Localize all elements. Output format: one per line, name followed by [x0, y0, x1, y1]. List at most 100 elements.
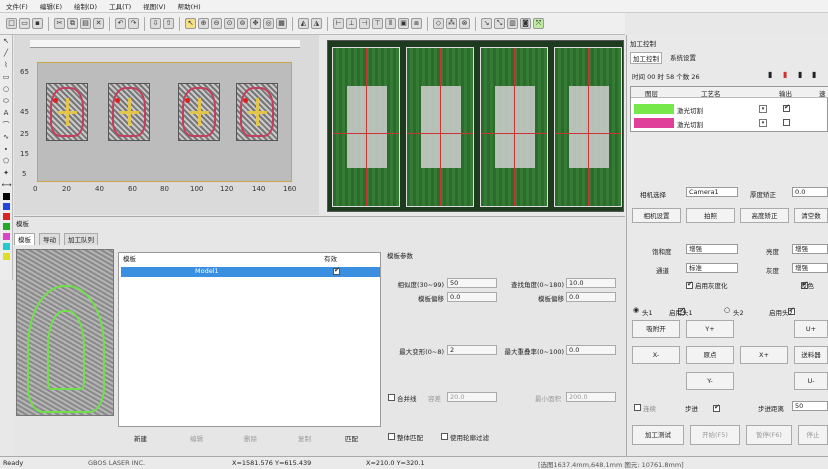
- delete-template-button[interactable]: 删除: [244, 433, 257, 443]
- layer-delete-icon[interactable]: ▮: [783, 70, 787, 79]
- tab-system-settings[interactable]: 系统设置: [668, 52, 698, 62]
- max-overlap-input[interactable]: 0.0: [566, 345, 616, 355]
- merge-checkbox[interactable]: [388, 394, 395, 401]
- match-icon[interactable]: ⤧: [533, 18, 544, 29]
- color-swatch-cyan[interactable]: [2, 243, 10, 250]
- copy-template-button[interactable]: 复制: [298, 433, 311, 443]
- template-offset-input[interactable]: 0.0: [447, 292, 497, 302]
- camera-select[interactable]: Camera1: [686, 187, 738, 197]
- thickness-input[interactable]: 0.0: [792, 187, 828, 197]
- contour-filter-checkbox[interactable]: [441, 433, 448, 440]
- template-valid-checkbox[interactable]: [333, 266, 340, 275]
- merge-tolerance-input[interactable]: 20.0: [447, 392, 497, 402]
- undo-icon[interactable]: ↶: [115, 18, 126, 29]
- layer-color-magenta[interactable]: [634, 118, 674, 128]
- path-order-icon[interactable]: ⤡: [494, 18, 505, 29]
- min-area-input[interactable]: 200.0: [566, 392, 616, 402]
- line-tool-icon[interactable]: ╱: [2, 49, 11, 58]
- zoom-fit-icon[interactable]: ⊚: [237, 18, 248, 29]
- camera-settings-button[interactable]: 相机设置: [632, 208, 681, 223]
- copy-icon[interactable]: ⧉: [67, 18, 78, 29]
- height-correction-button[interactable]: 高度矫正: [740, 208, 789, 223]
- feeder-button[interactable]: 送料器: [794, 346, 828, 364]
- zoom-page-icon[interactable]: ◎: [263, 18, 274, 29]
- shoe-pattern[interactable]: [236, 83, 278, 141]
- template-row[interactable]: Model1: [121, 266, 380, 277]
- camera-icon[interactable]: ◙: [520, 18, 531, 29]
- color-swatch-magenta[interactable]: [2, 233, 10, 240]
- layer-settings-icon[interactable]: ▮: [812, 70, 816, 79]
- array-icon[interactable]: ⁂: [446, 18, 457, 29]
- template-list[interactable]: 模板 有效 Model1: [118, 252, 381, 427]
- export-icon[interactable]: ⇧: [163, 18, 174, 29]
- process-test-button[interactable]: 加工测试: [632, 425, 684, 445]
- pointer-tool-icon[interactable]: ↖: [2, 37, 11, 46]
- match-template-button[interactable]: 匹配: [345, 433, 358, 443]
- max-deform-input[interactable]: 2: [447, 345, 497, 355]
- capture-button[interactable]: 拍照: [686, 208, 735, 223]
- open-file-icon[interactable]: ▭: [19, 18, 30, 29]
- polyline-tool-icon[interactable]: ⌇: [2, 61, 11, 70]
- mirror-h-icon[interactable]: ◭: [298, 18, 309, 29]
- same-size-icon[interactable]: ▣: [398, 18, 409, 29]
- pan-icon[interactable]: ✥: [250, 18, 261, 29]
- menu-edit[interactable]: 编辑(E): [34, 1, 68, 11]
- import-icon[interactable]: ⇩: [150, 18, 161, 29]
- grid-icon[interactable]: ▦: [276, 18, 287, 29]
- enable-gray-checkbox[interactable]: [686, 280, 693, 289]
- color-swatch-yellow[interactable]: [2, 253, 10, 260]
- template-offset2-input[interactable]: 0.0: [566, 292, 616, 302]
- distribute-icon[interactable]: ⫴: [385, 18, 396, 29]
- menu-help[interactable]: 帮助(H): [172, 1, 207, 11]
- align-left-icon[interactable]: ⊢: [333, 18, 344, 29]
- simulate-icon[interactable]: ▥: [507, 18, 518, 29]
- new-file-icon[interactable]: □: [6, 18, 17, 29]
- text-tool-icon[interactable]: A: [2, 109, 11, 118]
- brightness-select[interactable]: 增强: [792, 244, 828, 254]
- group-icon[interactable]: ⧈: [411, 18, 422, 29]
- measure-tool-icon[interactable]: ⟷: [2, 181, 12, 190]
- bezier-tool-icon[interactable]: ∿: [2, 133, 11, 142]
- layer-output-checkbox[interactable]: [783, 103, 790, 112]
- circle-tool-icon[interactable]: ○: [2, 85, 11, 94]
- redo-icon[interactable]: ↷: [128, 18, 139, 29]
- cut-icon[interactable]: ✂: [54, 18, 65, 29]
- paste-icon[interactable]: ▤: [80, 18, 91, 29]
- zoom-window-icon[interactable]: ⊙: [224, 18, 235, 29]
- jog-x-plus-button[interactable]: X+: [740, 346, 788, 364]
- lead-in-icon[interactable]: ↘: [481, 18, 492, 29]
- jog-x-minus-button[interactable]: X-: [632, 346, 680, 364]
- menu-tools[interactable]: 工具(T): [103, 1, 137, 11]
- save-icon[interactable]: ▪: [32, 18, 43, 29]
- pause-button[interactable]: 暂停(F6): [746, 425, 792, 445]
- whole-match-checkbox[interactable]: [388, 433, 395, 440]
- shoe-pattern[interactable]: [178, 83, 220, 141]
- mirror-v-icon[interactable]: ◮: [311, 18, 322, 29]
- tab-template[interactable]: 模板: [14, 233, 35, 245]
- zoom-out-icon[interactable]: ⊖: [211, 18, 222, 29]
- jog-y-minus-button[interactable]: Y-: [686, 372, 734, 390]
- shoe-pattern[interactable]: [46, 83, 88, 141]
- color-swatch-red[interactable]: [2, 213, 10, 220]
- rectangle-tool-icon[interactable]: ▭: [2, 73, 11, 82]
- start-button[interactable]: 开始(F5): [690, 425, 740, 445]
- color-swatch-green[interactable]: [2, 223, 10, 230]
- align-center-icon[interactable]: ⊥: [346, 18, 357, 29]
- star-tool-icon[interactable]: ✦: [2, 169, 11, 178]
- align-top-icon[interactable]: ⊤: [372, 18, 383, 29]
- align-right-icon[interactable]: ⊣: [359, 18, 370, 29]
- head2-radio[interactable]: ○: [724, 306, 730, 314]
- continuous-checkbox[interactable]: [634, 404, 641, 411]
- edit-template-button[interactable]: 编辑: [190, 433, 203, 443]
- new-template-button[interactable]: 新建: [134, 433, 147, 443]
- menu-view[interactable]: 视图(V): [137, 1, 172, 11]
- tab-guide[interactable]: 导动: [39, 233, 60, 245]
- zoom-in-icon[interactable]: ⊕: [198, 18, 209, 29]
- ellipse-tool-icon[interactable]: ⬭: [2, 97, 11, 106]
- search-angle-input[interactable]: 10.0: [566, 278, 616, 288]
- point-tool-icon[interactable]: ∙: [2, 145, 11, 154]
- clear-data-button[interactable]: 清空数: [794, 208, 828, 223]
- saturation-select[interactable]: 增强: [686, 244, 738, 254]
- head1-radio[interactable]: ◉: [633, 306, 639, 314]
- jog-y-plus-button[interactable]: Y+: [686, 320, 734, 338]
